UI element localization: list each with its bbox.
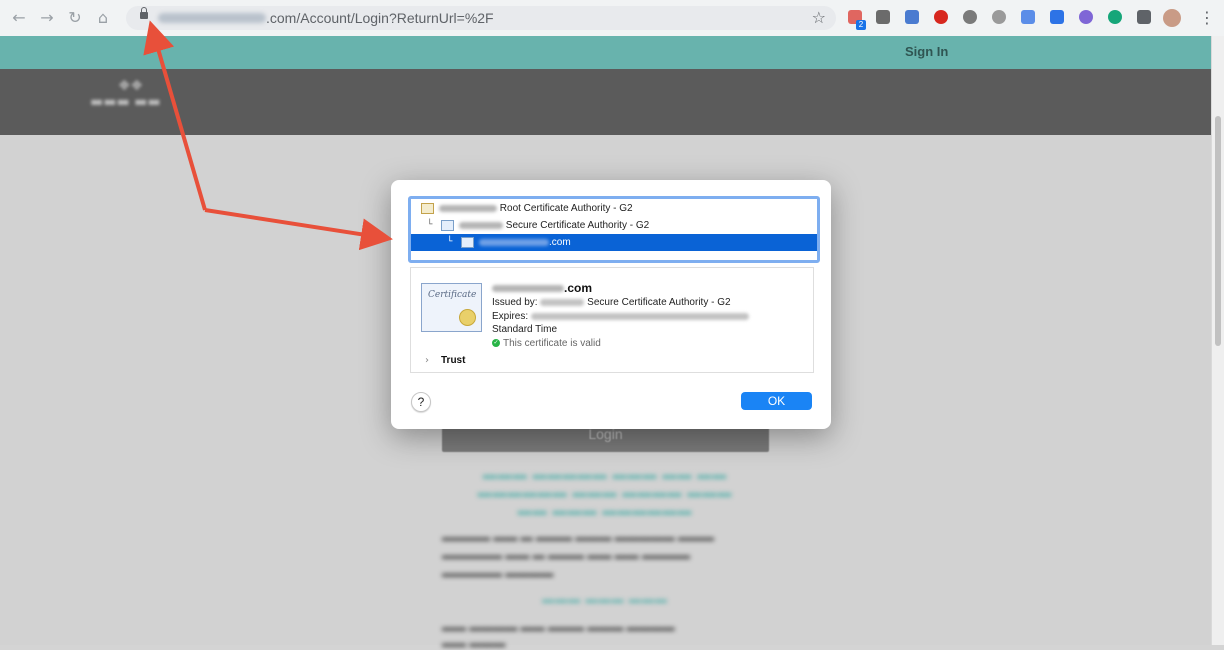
arrow-to-certificate [204,208,393,251]
annotation-arrows [143,20,393,251]
arrow-to-lock [143,20,207,211]
